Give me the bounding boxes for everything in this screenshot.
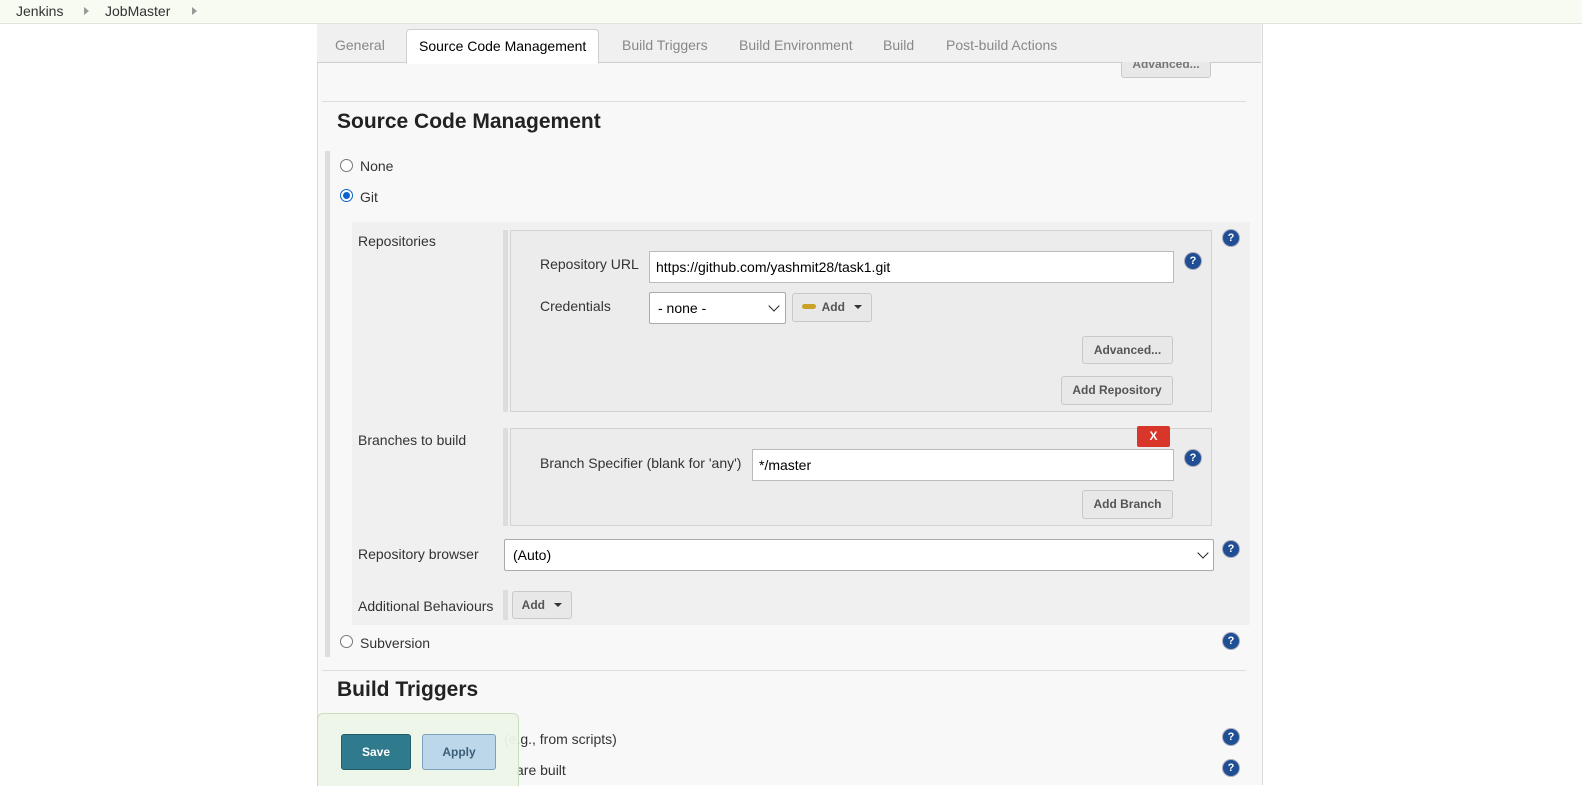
trigger-remote-help-icon[interactable]: ?: [1223, 729, 1239, 745]
credentials-label: Credentials: [540, 298, 611, 314]
breadcrumb-separator-icon[interactable]: [84, 7, 89, 15]
branches-label: Branches to build: [358, 432, 467, 448]
key-icon: [801, 304, 816, 310]
breadcrumb-separator-icon[interactable]: [192, 7, 197, 15]
repo-url-help-icon[interactable]: ?: [1185, 253, 1201, 269]
trigger-after-other-label: are built: [516, 762, 566, 778]
repo-browser-label: Repository browser: [358, 546, 479, 562]
repo-browser-help-icon[interactable]: ?: [1223, 541, 1239, 557]
tab-source-code-management[interactable]: Source Code Management: [406, 29, 600, 64]
tab-build[interactable]: Build: [871, 29, 926, 61]
repositories-label: Repositories: [358, 233, 436, 249]
repositories-bar: [503, 230, 508, 412]
branch-specifier-input[interactable]: [752, 449, 1174, 481]
subversion-help-icon[interactable]: ?: [1223, 633, 1239, 649]
credentials-select[interactable]: - none -: [649, 292, 786, 324]
additional-behaviours-add-label: Add: [521, 598, 545, 612]
branch-specifier-label: Branch Specifier (blank for 'any'): [540, 455, 742, 471]
chevron-down-icon: [768, 300, 780, 312]
scm-none-radio[interactable]: [340, 159, 353, 172]
credentials-select-value: - none -: [658, 300, 707, 316]
tab-build-environment[interactable]: Build Environment: [727, 29, 865, 61]
caret-down-icon: [554, 602, 563, 607]
section-divider: [322, 101, 1246, 102]
credentials-add-label: Add: [821, 300, 845, 314]
advanced-button[interactable]: Advanced...: [1082, 336, 1173, 364]
tab-build-triggers[interactable]: Build Triggers: [610, 29, 720, 61]
repo-url-input[interactable]: [649, 251, 1174, 283]
trigger-remote-label: (e.g., from scripts): [504, 731, 617, 747]
save-button[interactable]: Save: [341, 734, 411, 770]
caret-down-icon: [854, 304, 863, 309]
breadcrumb-jobmaster[interactable]: JobMaster: [105, 3, 170, 19]
scm-section-bar: [325, 151, 330, 657]
tab-general[interactable]: General: [323, 29, 397, 61]
repo-browser-value: (Auto): [513, 547, 552, 563]
breadcrumb-bar: [0, 0, 1582, 24]
tab-post-build-actions[interactable]: Post-build Actions: [934, 29, 1069, 61]
scm-git-radio[interactable]: [340, 189, 353, 202]
repositories-help-icon[interactable]: ?: [1223, 230, 1239, 246]
apply-button[interactable]: Apply: [422, 734, 496, 770]
credentials-add-button[interactable]: Add: [792, 293, 872, 322]
additional-behaviours-label: Additional Behaviours: [358, 598, 494, 614]
add-repository-button[interactable]: Add Repository: [1061, 376, 1173, 405]
branches-bar: [503, 428, 508, 526]
branch-specifier-help-icon[interactable]: ?: [1185, 450, 1201, 466]
chevron-down-icon: [1197, 547, 1209, 559]
repo-url-label: Repository URL: [540, 256, 639, 272]
delete-branch-button[interactable]: X: [1137, 426, 1170, 447]
scm-subversion-label[interactable]: Subversion: [360, 635, 430, 651]
advanced-button-top[interactable]: Advanced...: [1121, 62, 1211, 78]
scm-none-label[interactable]: None: [360, 158, 393, 174]
build-triggers-title: Build Triggers: [337, 678, 479, 701]
trigger-after-other-help-icon[interactable]: ?: [1223, 760, 1239, 776]
additional-behaviours-bar: [503, 590, 508, 620]
scm-subversion-radio[interactable]: [340, 635, 353, 648]
breadcrumb-jenkins[interactable]: Jenkins: [16, 3, 63, 19]
add-branch-button[interactable]: Add Branch: [1082, 490, 1173, 519]
repo-browser-select[interactable]: (Auto): [504, 539, 1214, 571]
scm-git-label[interactable]: Git: [360, 189, 378, 205]
scm-section-title: Source Code Management: [337, 110, 601, 133]
additional-behaviours-add-button[interactable]: Add: [512, 591, 572, 619]
section-divider: [322, 670, 1246, 671]
